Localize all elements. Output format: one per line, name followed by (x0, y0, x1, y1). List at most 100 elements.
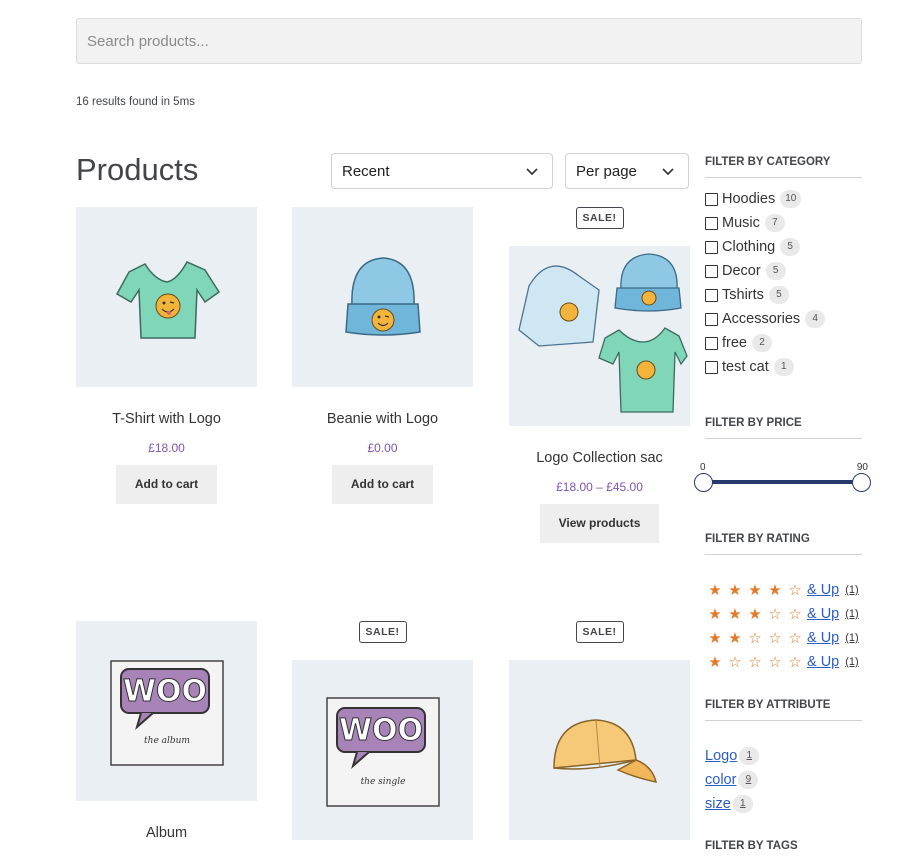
sort-select[interactable]: Recent (331, 153, 553, 189)
category-filter-item[interactable]: Accessories 4 (705, 307, 862, 331)
rating-link[interactable]: & Up (807, 630, 839, 646)
star-empty-icon: ☆ (788, 629, 802, 647)
category-label[interactable]: Accessories (722, 311, 800, 327)
category-label[interactable]: Decor (722, 263, 761, 279)
search-input[interactable] (77, 19, 861, 63)
count-badge: 5 (765, 262, 786, 280)
category-filter-item[interactable]: Hoodies 10 (705, 187, 862, 211)
category-filter-item[interactable]: free 2 (705, 331, 862, 355)
single-image: WOO the single (325, 697, 440, 807)
rating-filter-row[interactable]: ★ ★ ☆ ☆ ☆ & Up (1) (705, 626, 862, 650)
checkbox[interactable] (705, 312, 718, 326)
tshirt-image (115, 261, 220, 339)
add-to-cart-button[interactable]: Add to cart (331, 465, 434, 504)
view-products-button[interactable]: View products (539, 504, 660, 543)
woo-logo-text: WOO (338, 713, 422, 748)
category-label[interactable]: Tshirts (722, 287, 764, 303)
star-filled-icon: ★ (708, 605, 722, 623)
product-name[interactable]: Album (76, 825, 257, 841)
category-label[interactable]: free (722, 335, 747, 351)
count-badge: 1 (732, 795, 753, 813)
checkbox[interactable] (705, 216, 718, 230)
star-empty-icon: ☆ (768, 629, 782, 647)
price-range-slider[interactable]: 0 90 (694, 462, 871, 512)
checkbox[interactable] (705, 240, 718, 254)
category-label[interactable]: Music (722, 215, 760, 231)
widget-title: FILTER BY CATEGORY (705, 156, 862, 178)
count-badge: 4 (805, 310, 826, 328)
product-name[interactable]: Beanie with Logo (292, 411, 473, 427)
category-label[interactable]: Clothing (722, 239, 775, 255)
product-image[interactable] (509, 246, 690, 426)
per-page-select-value: Per page (576, 162, 637, 180)
star-filled-icon: ★ (728, 581, 742, 599)
star-filled-icon: ★ (748, 581, 762, 599)
rating-filter-row[interactable]: ★ ★ ★ ☆ ☆ & Up (1) (705, 602, 862, 626)
star-empty-icon: ☆ (788, 581, 802, 599)
slider-min-handle[interactable] (694, 473, 713, 492)
product-card[interactable]: WOO the album Album (76, 621, 257, 841)
product-card[interactable]: T-Shirt with Logo £18.00 Add to cart (76, 207, 257, 504)
star-filled-icon: ★ (728, 605, 742, 623)
product-image[interactable]: WOO the album (76, 621, 257, 801)
rating-filter-row[interactable]: ★ ★ ★ ★ ☆ & Up (1) (705, 578, 862, 602)
rating-link[interactable]: & Up (807, 582, 839, 598)
checkbox[interactable] (705, 264, 718, 278)
product-image[interactable] (76, 207, 257, 387)
widget-title: FILTER BY ATTRIBUTE (705, 699, 862, 721)
product-card[interactable]: SALE! (509, 621, 690, 840)
widget-title: FILTER BY PRICE (705, 417, 862, 439)
album-image: WOO the album (109, 660, 224, 766)
product-price: £18.00 (148, 441, 185, 455)
product-card[interactable]: SALE! WOO the single (292, 621, 473, 840)
attribute-link[interactable]: color (705, 772, 736, 788)
attribute-filter-item[interactable]: color 9 (705, 768, 862, 792)
product-name[interactable]: T-Shirt with Logo (76, 411, 257, 427)
results-count: 16 results found in 5ms (76, 96, 195, 108)
product-price: £0.00 (367, 441, 398, 455)
category-label[interactable]: test cat (722, 359, 769, 375)
per-page-select[interactable]: Per page (565, 153, 689, 189)
category-filter-item[interactable]: Decor 5 (705, 259, 862, 283)
attribute-filter-item[interactable]: Logo 1 (705, 744, 862, 768)
rating-link[interactable]: & Up (807, 654, 839, 670)
search-box[interactable] (76, 18, 862, 64)
star-empty-icon: ☆ (768, 653, 782, 671)
product-image[interactable] (292, 207, 473, 387)
cap-image (552, 719, 657, 783)
category-filter-item[interactable]: Tshirts 5 (705, 283, 862, 307)
slider-track[interactable] (705, 480, 862, 484)
category-filter-item[interactable]: Music 7 (705, 211, 862, 235)
attribute-link[interactable]: size (705, 796, 731, 812)
woo-logo-text: WOO (122, 674, 206, 709)
checkbox[interactable] (705, 288, 718, 302)
count-badge: 1 (773, 358, 794, 376)
attribute-filter-item[interactable]: size 1 (705, 792, 862, 816)
checkbox[interactable] (705, 336, 718, 350)
filter-rating-widget: FILTER BY RATING ★ ★ ★ ★ ☆ & Up (1) ★ ★ ★ ☆ ☆ & Up (1… (705, 533, 862, 674)
checkbox[interactable] (705, 360, 718, 374)
product-image[interactable]: WOO the single (292, 660, 473, 840)
album-caption: the album (144, 736, 190, 746)
product-name[interactable]: Logo Collection sac (509, 450, 690, 466)
attribute-link[interactable]: Logo (705, 748, 737, 764)
rating-count: (1) (845, 608, 859, 620)
filter-tags-widget: FILTER BY TAGS (705, 840, 862, 860)
category-filter-item[interactable]: test cat 1 (705, 355, 862, 379)
widget-title: FILTER BY RATING (705, 533, 862, 555)
slider-max-handle[interactable] (852, 473, 871, 492)
product-image[interactable] (509, 660, 690, 840)
product-card[interactable]: SALE! Logo Collection sac £18.00 – £45.0… (509, 207, 690, 547)
star-empty-icon: ☆ (728, 653, 742, 671)
beanie-image (344, 257, 421, 336)
star-filled-icon: ★ (728, 629, 742, 647)
product-card[interactable]: Beanie with Logo £0.00 Add to cart (292, 207, 473, 504)
rating-count: (1) (845, 632, 859, 644)
add-to-cart-button[interactable]: Add to cart (115, 465, 218, 504)
chevron-down-icon (526, 168, 538, 176)
category-label[interactable]: Hoodies (722, 191, 775, 207)
rating-link[interactable]: & Up (807, 606, 839, 622)
category-filter-item[interactable]: Clothing 5 (705, 235, 862, 259)
checkbox[interactable] (705, 192, 718, 206)
rating-filter-row[interactable]: ★ ☆ ☆ ☆ ☆ & Up (1) (705, 650, 862, 674)
